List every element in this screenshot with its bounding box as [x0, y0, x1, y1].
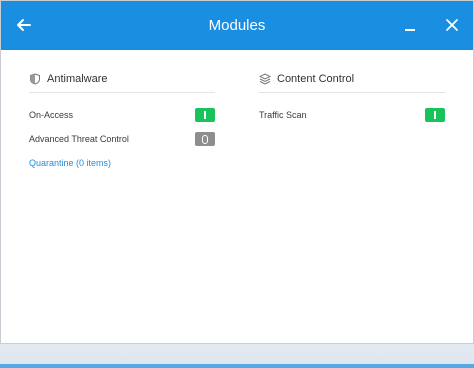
content-control-header: Content Control	[259, 69, 445, 93]
on-access-row: On-Access	[29, 107, 215, 123]
content-control-heading: Content Control	[277, 73, 355, 85]
minimize-icon	[405, 29, 415, 31]
advanced-threat-control-label: Advanced Threat Control	[29, 134, 129, 144]
shield-icon	[30, 73, 40, 85]
traffic-scan-toggle[interactable]	[425, 108, 445, 122]
desktop-background	[0, 364, 474, 368]
antimalware-section: Antimalware On-Access Advanced Threat Co…	[29, 69, 215, 168]
layers-icon	[259, 73, 271, 85]
close-button[interactable]	[441, 14, 463, 36]
antimalware-header: Antimalware	[29, 69, 215, 93]
quarantine-link[interactable]: Quarantine (0 items)	[29, 158, 111, 168]
minimize-button[interactable]	[399, 14, 421, 36]
content-control-section: Content Control Traffic Scan	[259, 69, 445, 122]
traffic-scan-label: Traffic Scan	[259, 110, 307, 120]
traffic-scan-row: Traffic Scan	[259, 107, 445, 123]
modules-window: Modules Antimalware On-Access Advanced T…	[0, 0, 474, 344]
advanced-threat-control-toggle[interactable]	[195, 132, 215, 146]
on-access-label: On-Access	[29, 110, 74, 120]
antimalware-heading: Antimalware	[47, 73, 108, 85]
title-bar: Modules	[1, 1, 473, 50]
close-icon	[446, 19, 458, 31]
on-access-toggle[interactable]	[195, 108, 215, 122]
advanced-threat-control-row: Advanced Threat Control	[29, 131, 215, 147]
